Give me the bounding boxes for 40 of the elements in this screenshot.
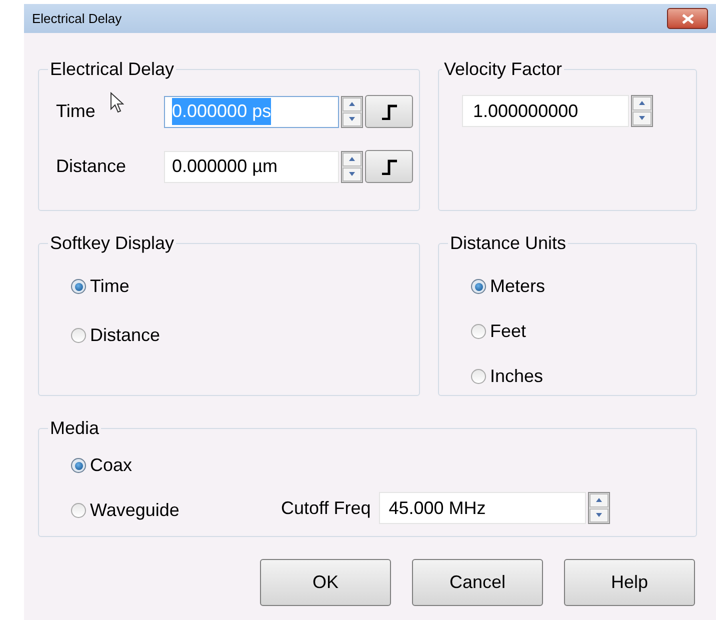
dialog-button[interactable]: OK [260, 559, 391, 606]
window-title: Electrical Delay [32, 10, 122, 28]
group-title: Softkey Display [49, 232, 176, 255]
input-field[interactable]: 1.000000000 [462, 95, 629, 127]
radio-button[interactable] [471, 324, 486, 339]
step-icon [380, 158, 398, 174]
radio-button[interactable] [71, 328, 86, 343]
input-field[interactable]: 0.000000 µm [164, 150, 339, 182]
group-title: Electrical Delay [49, 58, 176, 81]
dialog-button[interactable]: Help [564, 559, 695, 606]
group-title: Distance Units [449, 232, 568, 255]
spin-button[interactable] [588, 492, 610, 524]
mouse-pointer-icon [110, 92, 124, 113]
spin-button[interactable] [631, 95, 653, 127]
spin-button[interactable] [341, 96, 363, 128]
spin-button[interactable] [341, 150, 363, 182]
radio-label: Distance [90, 324, 160, 347]
field-label: Cutoff Freq [281, 496, 371, 520]
field-label: Distance [56, 156, 126, 176]
close-button[interactable] [667, 8, 708, 29]
radio-button[interactable] [71, 279, 86, 294]
radio-label: Meters [490, 275, 546, 298]
radio-button[interactable] [71, 503, 86, 518]
step-icon [380, 104, 398, 120]
radio-label: Time [90, 275, 130, 298]
radio-label: Feet [490, 320, 526, 343]
radio-button[interactable] [471, 369, 486, 384]
step-button[interactable] [365, 95, 413, 128]
radio-label: Inches [490, 365, 544, 388]
field-label: Time [56, 101, 96, 121]
input-field[interactable]: 45.000 MHz [378, 492, 586, 524]
radio-button[interactable] [71, 458, 86, 473]
radio-label: Coax [90, 454, 132, 477]
group-title: Media [49, 417, 100, 440]
radio-label: Waveguide [90, 499, 180, 522]
dialog-button[interactable]: Cancel [412, 559, 543, 606]
step-button[interactable] [365, 150, 413, 183]
close-icon [682, 14, 694, 24]
radio-button[interactable] [471, 279, 486, 294]
group-title: Velocity Factor [443, 58, 564, 81]
